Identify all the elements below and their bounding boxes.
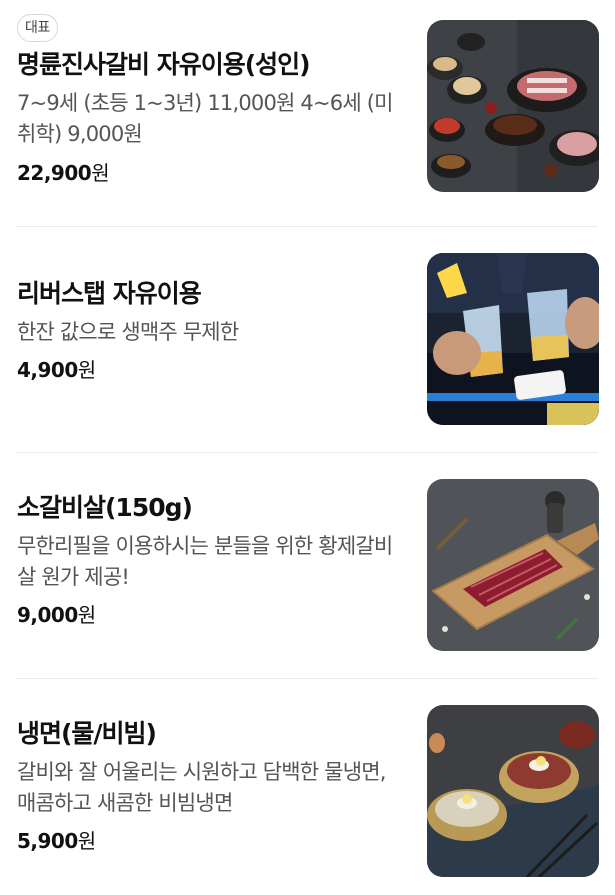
- menu-item[interactable]: 냉면(물/비빔) 갈비와 잘 어울리는 시원하고 담백한 물냉면, 매콤하고 새…: [0, 679, 615, 895]
- featured-badge: 대표: [17, 14, 58, 42]
- price-value: 5,900: [17, 829, 78, 853]
- price-value: 4,900: [17, 358, 78, 382]
- menu-item-name: 명륜진사갈비 자유이용(성인): [17, 50, 311, 79]
- beer-tap-photo: [427, 253, 599, 425]
- menu-item-description: 갈비와 잘 어울리는 시원하고 담백한 물냉면, 매콤하고 새콤한 비빔냉면: [17, 760, 386, 815]
- naengmyeon-photo: [427, 705, 599, 877]
- menu-item-name: 소갈비살(150g): [17, 493, 193, 522]
- price-value: 9,000: [17, 603, 78, 627]
- price-currency: 원: [91, 161, 110, 185]
- price-value: 22,900: [17, 161, 92, 185]
- price-currency: 원: [77, 358, 96, 382]
- menu-item-price: 5,900원: [17, 827, 407, 855]
- menu-item-description: 7~9세 (초등 1~3년) 11,000원 4~6세 (미취학) 9,000원: [17, 91, 393, 146]
- menu-item-price: 22,900원: [17, 159, 407, 187]
- bbq-set-photo: [427, 20, 599, 192]
- menu-item-name: 냉면(물/비빔): [17, 719, 157, 748]
- menu-item-name: 리버스탭 자유이용: [17, 279, 202, 308]
- beef-rib-photo: [427, 479, 599, 651]
- menu-item-description: 무한리필을 이용하시는 분들을 위한 황제갈비살 원가 제공!: [17, 534, 393, 589]
- price-currency: 원: [77, 829, 96, 853]
- price-currency: 원: [77, 603, 96, 627]
- menu-item[interactable]: 대표 명륜진사갈비 자유이용(성인) 7~9세 (초등 1~3년) 11,000…: [0, 0, 615, 226]
- menu-item-price: 4,900원: [17, 356, 407, 384]
- menu-item[interactable]: 리버스탭 자유이용 한잔 값으로 생맥주 무제한 4,900원: [0, 227, 615, 452]
- menu-item[interactable]: 소갈비살(150g) 무한리필을 이용하시는 분들을 위한 황제갈비살 원가 제…: [0, 453, 615, 678]
- menu-item-description: 한잔 값으로 생맥주 무제한: [17, 320, 239, 344]
- menu-list: 대표 명륜진사갈비 자유이용(성인) 7~9세 (초등 1~3년) 11,000…: [0, 0, 615, 895]
- menu-item-price: 9,000원: [17, 601, 407, 629]
